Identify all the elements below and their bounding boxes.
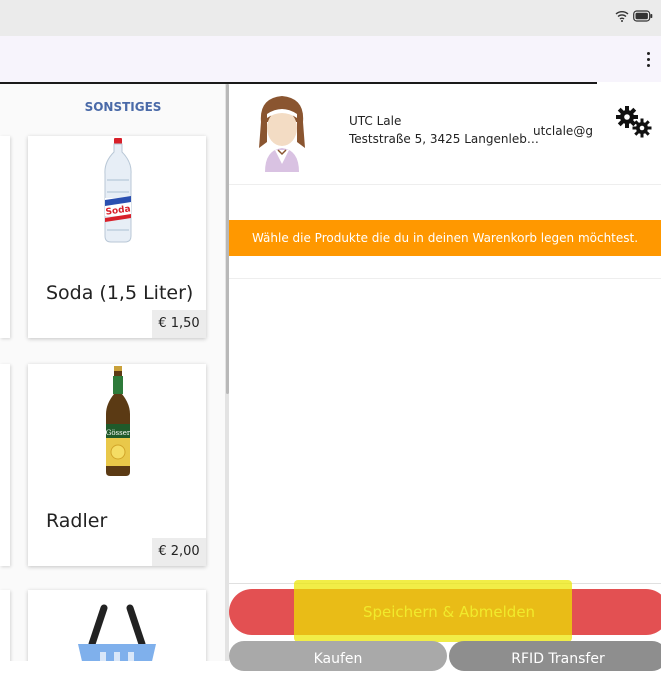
customer-email: utclale@gr <box>533 124 593 138</box>
gears-icon[interactable] <box>614 104 654 140</box>
avatar-image <box>259 96 305 172</box>
product-name: Radler <box>46 510 108 532</box>
kaufen-button[interactable]: Kaufen <box>229 641 447 671</box>
customer-address: Teststraße 5, 3425 Langenleb… <box>349 132 539 146</box>
battery-icon <box>633 10 653 22</box>
product-card-radler[interactable]: Gösser Radler € 2,00 <box>28 364 206 566</box>
divider <box>229 278 661 279</box>
divider <box>229 583 661 584</box>
wifi-icon <box>615 11 629 22</box>
product-price: € 2,00 <box>152 538 206 566</box>
customer-name: UTC Lale <box>349 114 402 128</box>
status-icons <box>615 10 653 22</box>
beer-bottle-image: Gösser <box>106 366 131 476</box>
save-logout-button[interactable]: Speichern & Abmelden <box>229 589 661 635</box>
product-name: Soda (1,5 Liter) <box>46 282 194 304</box>
product-card-basket[interactable] <box>28 590 206 661</box>
svg-text:Gösser: Gösser <box>106 429 131 437</box>
info-banner: Wähle die Produkte die du in deinen Ware… <box>229 220 661 256</box>
more-vert-icon[interactable] <box>641 48 655 70</box>
product-card-soda[interactable]: Soda Soda (1,5 Liter) € 1,50 <box>28 136 206 338</box>
category-title: SONSTIGES <box>84 100 162 114</box>
divider <box>229 184 661 185</box>
partial-product-card[interactable] <box>0 136 10 338</box>
product-price: € 1,50 <box>152 310 206 338</box>
customer-header: UTC Lale Teststraße 5, 3425 Langenleb… u… <box>229 84 661 184</box>
partial-product-card[interactable] <box>0 590 10 661</box>
rfid-transfer-button[interactable]: RFID Transfer <box>449 641 661 671</box>
partial-product-card[interactable] <box>0 364 10 566</box>
soda-bottle-image: Soda <box>104 138 132 243</box>
product-panel[interactable]: SONSTIGES Soda Soda (1,5 Liter) € 1,50 G… <box>0 84 225 661</box>
status-bar <box>0 0 661 36</box>
app-toolbar <box>0 36 661 84</box>
shopping-basket-image <box>78 604 156 661</box>
